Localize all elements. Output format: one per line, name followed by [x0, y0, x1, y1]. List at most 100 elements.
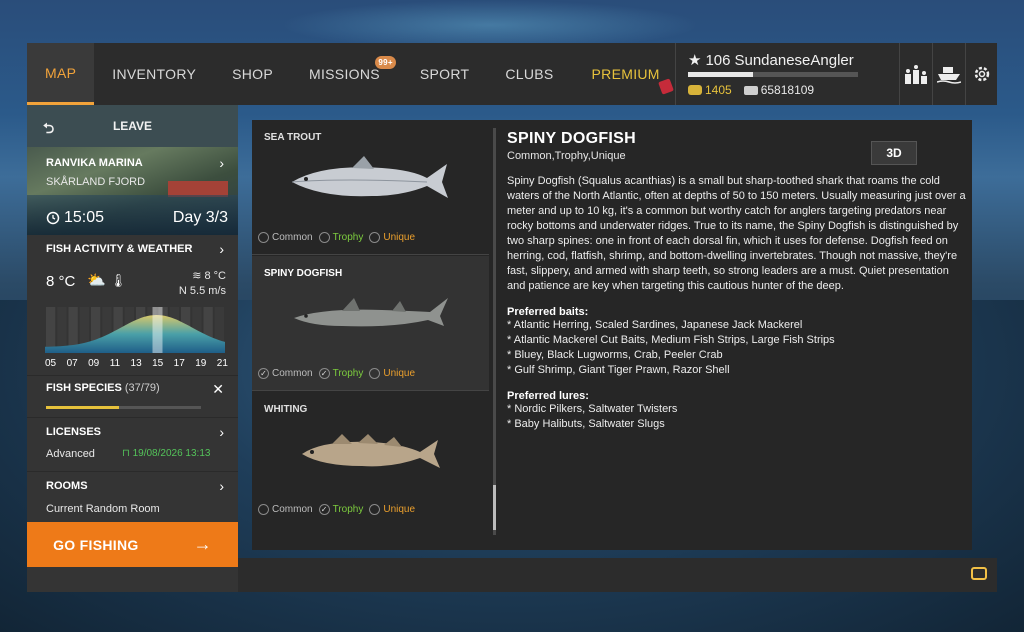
option-label: Trophy [332, 368, 364, 379]
spiny-dogfish-image [294, 298, 448, 327]
fish-detail: SPINY DOGFISH Common,Trophy,Unique 3D Sp… [507, 120, 969, 550]
licenses-row[interactable]: LICENSES › Advanced ⊓ 19/08/2026 13:13 [27, 417, 238, 471]
hour-tick-label: 09 [88, 358, 100, 369]
fish-list-scroll-thumb[interactable] [493, 485, 496, 530]
option-label: Common [272, 232, 313, 243]
bait-line: * Atlantic Herring, Scaled Sardines, Jap… [507, 319, 803, 331]
option-trophy[interactable]: ✓ Trophy [318, 504, 363, 515]
species-progress-fill [46, 406, 119, 409]
go-fishing-label: GO FISHING [53, 536, 139, 553]
weather-icons: ⛅ 🌡 [87, 271, 126, 289]
hour-tick-label: 07 [66, 358, 78, 369]
weather-title: FISH ACTIVITY & WEATHER [46, 243, 193, 255]
unchecked-circle-icon [258, 232, 269, 243]
fish-list-item-sea-trout[interactable]: SEA TROUT Common Trophy Unique [252, 120, 489, 255]
option-trophy[interactable]: Trophy [318, 232, 363, 243]
option-common[interactable]: Common [258, 504, 313, 515]
option-label: Common [272, 368, 313, 379]
tab-inventory[interactable]: INVENTORY [94, 43, 214, 105]
player-level: 106 [705, 51, 731, 69]
arrow-right-icon: → [193, 534, 212, 554]
species-title: FISH SPECIES [46, 382, 122, 394]
player-info[interactable]: ★ 106 SundaneseAngler 1405 65818109 [675, 43, 899, 105]
license-expiry-date: 19/08/2026 13:13 [132, 448, 211, 459]
tab-sport[interactable]: SPORT [402, 43, 487, 105]
option-trophy[interactable]: ✓ Trophy [318, 368, 364, 379]
weather-panel[interactable]: FISH ACTIVITY & WEATHER › 8 °C ⛅ 🌡 ≋ 8 °… [27, 235, 238, 375]
rooms-row[interactable]: ROOMS › Current Random Room [27, 471, 238, 525]
wind-value: N 5.5 m/s [178, 285, 226, 297]
gold-coin-icon [688, 85, 702, 95]
wind-info: ≋ 8 °C N 5.5 m/s [179, 269, 226, 299]
back-arrow-icon: ⮌ [43, 120, 55, 136]
baits-list: * Atlantic Herring, Scaled Sardines, Jap… [507, 318, 969, 378]
tab-missions[interactable]: MISSIONS 99+ [291, 43, 402, 105]
option-unique[interactable]: Unique [369, 504, 415, 515]
silver-bill-icon [743, 85, 758, 95]
player-name-row: ★ 106 SundaneseAngler [688, 51, 887, 70]
gear-icon[interactable] [965, 43, 997, 105]
chevron-right-icon: › [219, 478, 224, 494]
xp-bar-fill [688, 72, 753, 77]
close-icon[interactable]: ✕ [212, 381, 224, 398]
leave-label: LEAVE [112, 119, 153, 133]
boat-icon[interactable] [932, 43, 964, 105]
tab-clubs[interactable]: CLUBS [487, 43, 571, 105]
fish-list-scrollbar[interactable] [493, 128, 496, 535]
top-nav-bar: MAP INVENTORY SHOP MISSIONS 99+ SPORT CL… [27, 43, 997, 105]
rooms-title: ROOMS [46, 480, 88, 492]
whiting-image [302, 434, 440, 468]
tab-label: MISSIONS [309, 66, 380, 82]
sea-trout-image [291, 156, 448, 198]
fish-species-row[interactable]: FISH SPECIES (37/79) ✕ [27, 375, 238, 417]
tab-map[interactable]: MAP [27, 43, 95, 105]
chevron-right-icon: › [219, 241, 224, 257]
fish-list-item-spiny-dogfish[interactable]: SPINY DOGFISH ✓ Common ✓ Trophy Unique [252, 256, 489, 391]
licenses-title: LICENSES [46, 426, 102, 438]
waves-icon: ≋ [192, 270, 202, 282]
unchecked-circle-icon [369, 504, 381, 515]
tab-premium[interactable]: PREMIUM [572, 43, 678, 105]
hour-tick-label: 15 [152, 358, 164, 369]
option-common[interactable]: ✓ Common [258, 368, 313, 379]
hour-tick-label: 13 [130, 358, 142, 369]
lure-line: * Baby Halibuts, Saltwater Slugs [507, 418, 665, 430]
hour-tick-label: 05 [45, 358, 57, 369]
tab-shop[interactable]: SHOP [214, 43, 291, 105]
go-fishing-button[interactable]: GO FISHING → [27, 522, 238, 567]
fish-encyclopedia-panel: SEA TROUT Common Trophy Unique SPINY DOG… [252, 120, 972, 550]
hour-tick-label: 19 [195, 358, 207, 369]
hour-tick-label: 17 [173, 358, 185, 369]
podium-icon[interactable] [899, 43, 931, 105]
baits-heading: Preferred baits: [507, 306, 589, 318]
leave-button[interactable]: ⮌ LEAVE [27, 105, 238, 147]
location-card[interactable]: RANVIKA MARINA SKÅRLAND FJORD › 15:05 Da… [27, 147, 238, 235]
fish-grade-options: Common Trophy Unique [258, 232, 415, 243]
location-region: SKÅRLAND FJORD [46, 176, 146, 188]
game-window: MAP INVENTORY SHOP MISSIONS 99+ SPORT CL… [27, 43, 997, 592]
tab-label: CLUBS [505, 66, 554, 82]
thermometer-icon: 🌡 [109, 273, 127, 288]
bait-line: * Bluey, Black Lugworms, Crab, Peeler Cr… [507, 349, 723, 361]
license-expiry: ⊓ 19/08/2026 13:13 [122, 448, 210, 459]
footer-bar [238, 558, 997, 592]
tab-label: MAP [45, 64, 77, 81]
option-unique[interactable]: Unique [369, 232, 415, 243]
air-temperature: 8 °C [46, 273, 76, 290]
fish-list-item-whiting[interactable]: WHITING Common ✓ Trophy Unique [252, 392, 489, 527]
view-3d-button[interactable]: 3D [871, 141, 917, 165]
option-label: Common [272, 504, 313, 515]
lock-icon: ⊓ [122, 448, 130, 459]
fish-grade-options: ✓ Common ✓ Trophy Unique [258, 368, 415, 379]
unchecked-circle-icon [318, 232, 330, 243]
option-common[interactable]: Common [258, 232, 313, 243]
fish-name: SEA TROUT [264, 132, 322, 143]
chevron-right-icon: › [219, 424, 224, 440]
tab-label: SHOP [232, 66, 274, 82]
species-title-row: FISH SPECIES (37/79) [27, 376, 238, 394]
lures-heading: Preferred lures: [507, 390, 589, 402]
currency-row: 1405 65818109 [688, 83, 887, 97]
gold-amount: 1405 [705, 83, 732, 97]
option-unique[interactable]: Unique [369, 368, 415, 379]
chat-icon[interactable] [971, 567, 987, 580]
